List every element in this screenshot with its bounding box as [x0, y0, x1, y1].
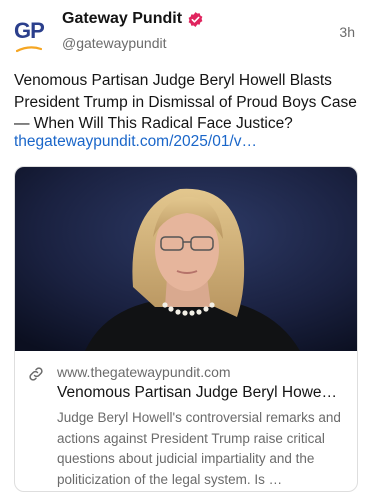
author-line: Gateway Pundit [62, 10, 204, 28]
card-thumbnail-image [15, 167, 357, 351]
avatar[interactable]: GP [14, 16, 50, 56]
link-icon [29, 367, 43, 381]
avatar-logo-text: GP [14, 18, 45, 43]
avatar-swoosh-icon [16, 46, 42, 53]
card-description: Judge Beryl Howell's controversial remar… [57, 410, 341, 487]
card-domain: www.thegatewaypundit.com [57, 364, 231, 380]
author-name[interactable]: Gateway Pundit [62, 10, 182, 28]
post-timestamp[interactable]: 3h [339, 24, 355, 40]
post-text: Venomous Partisan Judge Beryl Howell Bla… [14, 72, 357, 132]
post-link[interactable]: thegatewaypundit.com/2025/01/v… [14, 133, 257, 151]
verified-badge-icon [188, 11, 203, 27]
post-header: GP Gateway Pundit @gatewaypundit 3h [0, 0, 371, 62]
link-preview-card[interactable]: www.thegatewaypundit.com Venomous Partis… [14, 166, 358, 492]
card-title[interactable]: Venomous Partisan Judge Beryl Howe… [57, 384, 349, 402]
card-body: www.thegatewaypundit.com Venomous Partis… [15, 351, 357, 491]
author-handle[interactable]: @gatewaypundit [62, 35, 167, 51]
